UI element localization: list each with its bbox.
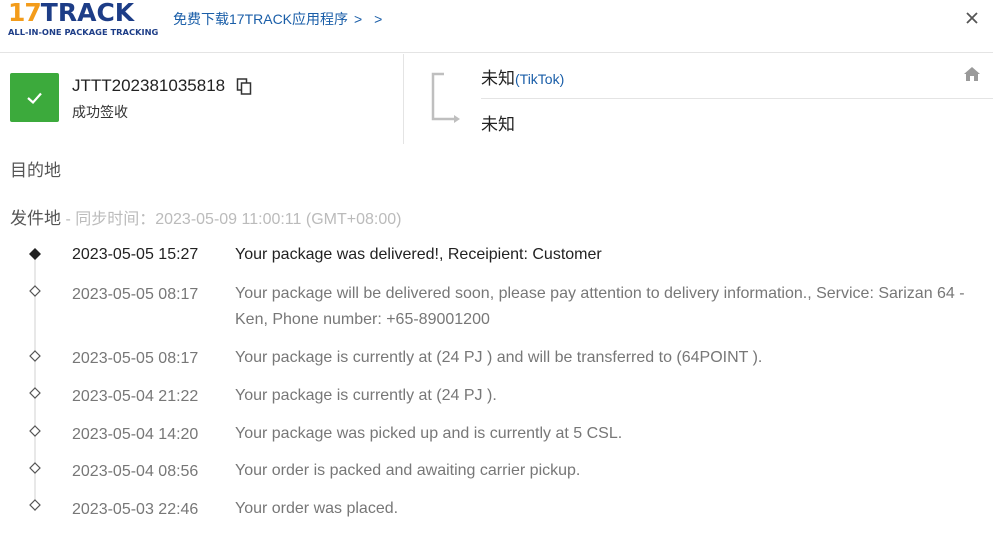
- origin-country-row: 未知(TikTok): [481, 64, 564, 89]
- event-time: 2023-05-05 08:17: [72, 350, 199, 367]
- hollow-diamond-icon: [29, 462, 41, 474]
- tracking-number: JTTT202381035818: [72, 76, 226, 95]
- check-icon: [27, 92, 42, 105]
- delivered-status-icon: [10, 73, 59, 122]
- brand-logo[interactable]: 17TRACK ALL-IN-ONE PACKAGE TRACKING: [8, 0, 160, 40]
- top-bar: 17TRACK ALL-IN-ONE PACKAGE TRACKING 免费下载…: [0, 0, 993, 53]
- close-icon[interactable]: [960, 6, 984, 30]
- origin-country: 未知: [481, 69, 515, 88]
- event-time: 2023-05-04 21:22: [72, 388, 199, 405]
- destination-section-label: 目的地: [10, 161, 61, 180]
- event-time: 2023-05-04 08:56: [72, 463, 199, 480]
- event-description: Your package was delivered!, Receipient:…: [235, 246, 602, 263]
- event-time: 2023-05-05 08:17: [72, 286, 199, 303]
- home-icon[interactable]: [963, 66, 981, 82]
- download-app-link[interactable]: 免费下载17TRACK应用程序 > >: [173, 9, 386, 29]
- chevron-right-icon: > >: [354, 11, 387, 27]
- carrier-link[interactable]: (TikTok): [515, 71, 564, 87]
- hollow-diamond-icon: [29, 350, 41, 362]
- event-description: Your package was picked up and is curren…: [235, 425, 623, 442]
- event-description: Your package is currently at (24 PJ ).: [235, 387, 497, 404]
- destination-country: 未知: [481, 115, 515, 134]
- event-description: Your package will be delivered soon, ple…: [235, 285, 965, 328]
- origin-section-header: 发件地 - 同步时间：2023-05-09 11:00:11 (GMT+08:0…: [10, 204, 401, 229]
- event-description: Your order was placed.: [235, 500, 399, 517]
- event-time: 2023-05-04 14:20: [72, 426, 199, 443]
- origin-section-label: 发件地: [10, 209, 61, 228]
- package-summary: JTTT202381035818 成功签收: [0, 54, 404, 144]
- hollow-diamond-icon: [29, 285, 41, 297]
- route-arrow-icon: [430, 72, 466, 124]
- event-time: 2023-05-03 22:46: [72, 501, 199, 518]
- logo-wordmark: 17TRACK: [8, 0, 135, 27]
- filled-diamond-icon: [29, 248, 41, 260]
- event-description: Your order is packed and awaiting carrie…: [235, 462, 581, 479]
- hollow-diamond-icon: [29, 499, 41, 511]
- logo-tagline: ALL-IN-ONE PACKAGE TRACKING: [8, 27, 159, 37]
- divider: [481, 98, 993, 99]
- hollow-diamond-icon: [29, 387, 41, 399]
- event-description: Your package is currently at (24 PJ ) an…: [235, 349, 763, 366]
- sync-time: - 同步时间：2023-05-09 11:00:11 (GMT+08:00): [61, 211, 402, 228]
- hollow-diamond-icon: [29, 425, 41, 437]
- copy-icon[interactable]: [236, 78, 252, 95]
- delivery-status: 成功签收: [72, 104, 128, 120]
- download-app-label: 免费下载17TRACK应用程序: [173, 11, 349, 27]
- event-time: 2023-05-05 15:27: [72, 246, 199, 263]
